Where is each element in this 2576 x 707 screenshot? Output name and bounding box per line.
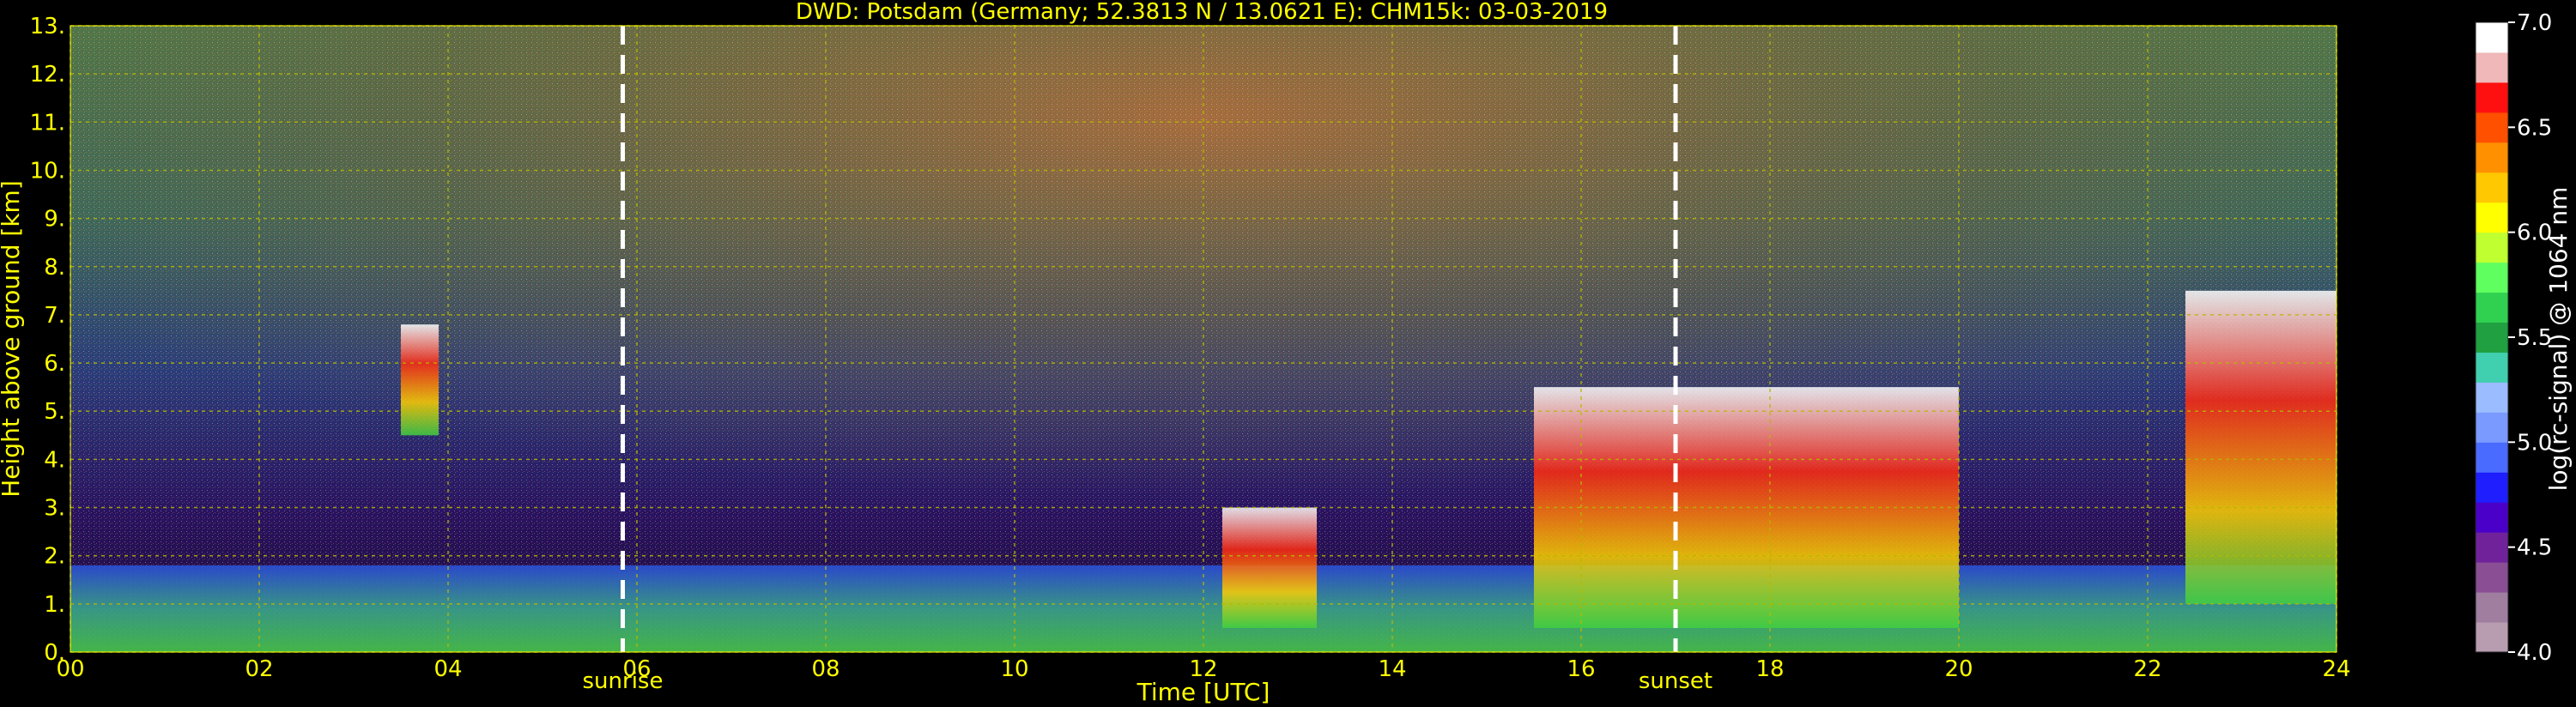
colorbar-segment <box>2476 51 2508 83</box>
x-tick-label: 22 <box>2133 656 2161 682</box>
colorbar-segment <box>2476 382 2508 413</box>
x-tick-label: 20 <box>1944 656 1973 682</box>
x-tick-label: 14 <box>1378 656 1406 682</box>
colorbar-segment <box>2476 262 2508 293</box>
y-tick-label: 12. <box>30 62 65 88</box>
colorbar-segment <box>2476 112 2508 143</box>
colorbar-segment <box>2476 232 2508 263</box>
y-tick-label: 8. <box>44 255 65 281</box>
y-tick-label: 10. <box>30 158 65 184</box>
y-tick-label: 4. <box>44 447 65 473</box>
lidar-chart: DWD: Potsdam (Germany; 52.3813 N / 13.06… <box>0 0 2573 706</box>
colorbar-segment <box>2476 352 2508 383</box>
colorbar-segment <box>2476 82 2508 113</box>
x-tick-label: 04 <box>433 656 462 682</box>
x-tick-label: 16 <box>1567 656 1595 682</box>
y-tick-label: 2. <box>44 544 65 570</box>
feature-cloud-2 <box>1222 507 1317 628</box>
y-tick-label: 13. <box>30 14 65 39</box>
colorbar-segment <box>2476 292 2508 323</box>
y-tick-label: 9. <box>44 207 65 233</box>
x-tick-label: 06 <box>622 656 651 682</box>
colorbar-segment <box>2476 442 2508 473</box>
y-tick-label: 6. <box>44 351 65 377</box>
colorbar-segment <box>2476 532 2508 563</box>
y-tick-label: 11. <box>30 110 65 136</box>
colorbar-tick-label: 4.0 <box>2517 640 2552 666</box>
x-tick-label: 10 <box>1000 656 1028 682</box>
x-axis-label: Time [UTC] <box>1136 678 1270 706</box>
x-tick-label: 24 <box>2322 656 2350 682</box>
y-tick-label: 1. <box>44 592 65 618</box>
chart-title: DWD: Potsdam (Germany; 52.3813 N / 13.06… <box>796 0 1608 25</box>
colorbar-tick-label: 4.5 <box>2517 535 2552 561</box>
colorbar-segment <box>2476 472 2508 503</box>
y-tick-label: 3. <box>44 496 65 522</box>
sunset-label: sunset <box>1639 668 1712 694</box>
x-tick-label: 18 <box>1755 656 1784 682</box>
colorbar-segment <box>2476 502 2508 533</box>
colorbar-segment <box>2476 172 2508 203</box>
y-tick-label: 7. <box>44 303 65 329</box>
colorbar-tick-label: 6.5 <box>2517 115 2552 141</box>
y-tick-label: 0. <box>44 640 65 666</box>
colorbar-tick-label: 7.0 <box>2517 10 2552 36</box>
colorbar-segment <box>2476 322 2508 353</box>
colorbar-segment <box>2476 412 2508 443</box>
colorbar-segment <box>2476 592 2508 623</box>
feature-cloud-1 <box>401 324 439 436</box>
colorbar-segment <box>2476 22 2508 53</box>
y-axis-label: Height above ground [km] <box>0 180 25 498</box>
y-tick-label: 5. <box>44 399 65 425</box>
colorbar-label: log(rc-signal) @ 1064 nm <box>2544 187 2573 492</box>
feature-cloud-4 <box>2185 290 2337 604</box>
x-tick-label: 02 <box>245 656 273 682</box>
colorbar: 4.04.55.05.56.06.57.0 <box>2475 10 2552 666</box>
colorbar-segment <box>2476 622 2508 653</box>
colorbar-segment <box>2476 142 2508 173</box>
colorbar-segment <box>2476 562 2508 593</box>
x-tick-label: 08 <box>811 656 839 682</box>
colorbar-segment <box>2476 202 2508 233</box>
